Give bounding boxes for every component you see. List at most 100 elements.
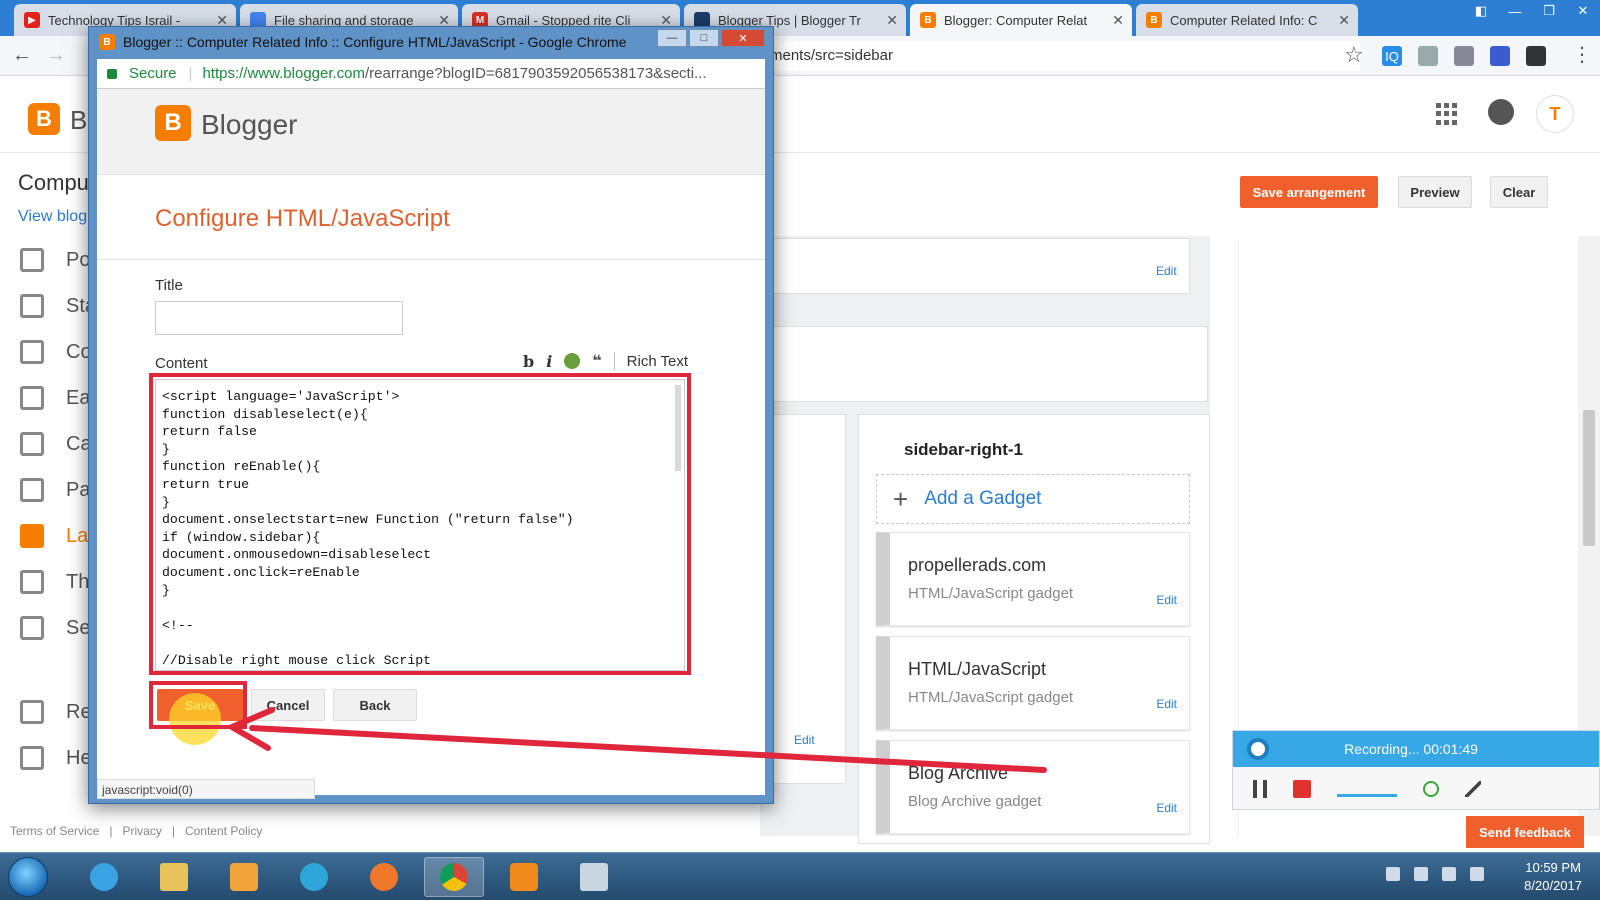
sidebar-item-posts[interactable]: Po [20,248,90,272]
pen-icon[interactable] [1465,781,1481,797]
link-icon[interactable] [564,353,581,369]
close-tab-icon[interactable]: ✕ [1112,12,1124,29]
network-icon[interactable] [1470,867,1484,881]
chrome-icon[interactable] [424,857,484,897]
pause-icon[interactable] [1253,780,1267,798]
close-tab-icon[interactable]: ✕ [886,12,898,29]
power-icon[interactable] [1442,867,1456,881]
vlc-icon[interactable] [494,857,554,897]
terms-link[interactable]: Terms of Service [10,824,99,838]
clear-button[interactable]: Clear [1490,176,1548,208]
back-button[interactable]: Back [333,689,417,721]
internet-explorer-icon[interactable] [74,857,134,897]
tab-blogger-computer[interactable]: B Blogger: Computer Relat ✕ [910,4,1132,36]
maximize-icon[interactable]: ❐ [1532,0,1566,22]
content-textarea[interactable]: <script language='JavaScript'> function … [155,379,685,671]
apps-grid-icon[interactable] [1436,103,1458,125]
address-bar[interactable]: ments/src=sidebar [760,41,1360,71]
sidebar-item-layout[interactable]: La [20,524,88,548]
avatar[interactable]: T [1536,95,1574,133]
add-gadget-label: Add a Gadget [924,488,1042,509]
cancel-button[interactable]: Cancel [251,689,325,721]
extension-icon[interactable] [1526,46,1546,66]
close-window-icon[interactable]: ✕ [721,29,765,47]
edit-link[interactable]: Edit [794,733,815,747]
volume-slider[interactable] [1337,781,1397,797]
sidebar-item-stats[interactable]: Sta [20,294,96,318]
menu-kebab-icon[interactable]: ⋮ [1572,42,1592,67]
sidebar-item-reading-list[interactable]: Re [20,700,92,724]
close-window-icon[interactable]: ✕ [1566,0,1600,22]
maximize-icon[interactable]: □ [689,29,719,47]
edit-link[interactable]: Edit [1156,801,1177,815]
title-input[interactable] [155,301,403,335]
sidebar-item-theme[interactable]: Th [20,570,89,594]
screen-recorder-app-icon[interactable] [284,857,344,897]
extension-iq-icon[interactable]: IQ [1382,46,1402,66]
bookmark-star-icon[interactable]: ☆ [1344,42,1364,68]
minimize-icon[interactable]: — [1498,0,1532,22]
gadget-subtitle: HTML/JavaScript gadget [908,585,1074,602]
edit-link[interactable]: Edit [1156,264,1177,278]
sidebar-item-comments[interactable]: Co [20,340,92,364]
gear-icon [20,616,44,640]
layout-section [760,326,1208,402]
scrollbar-thumb[interactable] [1583,410,1595,546]
media-player-icon[interactable] [214,857,274,897]
quote-icon[interactable]: ❝ [592,351,601,371]
camera-icon[interactable] [1454,46,1474,66]
textarea-scrollbar[interactable] [675,385,681,471]
edit-link[interactable]: Edit [1156,593,1177,607]
action-center-icon[interactable] [1414,867,1428,881]
app-icon[interactable] [564,857,624,897]
save-highlight-box [149,681,247,729]
sidebar-item-earnings[interactable]: Ea [20,386,90,410]
notifications-icon[interactable] [1488,99,1514,125]
minimize-icon[interactable]: — [657,29,687,47]
bold-icon[interactable]: b [523,352,534,371]
gadget-title: Blog Archive [908,763,1009,783]
italic-icon[interactable]: i [546,352,552,371]
back-arrow-icon[interactable]: ← [12,44,32,67]
sidebar-item-help[interactable]: He [20,746,92,770]
view-blog-link[interactable]: View blog [18,208,87,226]
tab-computer-related[interactable]: B Computer Related Info: C ✕ [1136,4,1358,36]
lock-icon [107,68,117,79]
gadget-card[interactable]: Blog Archive Blog Archive gadget Edit [876,740,1190,834]
sidebar-item-pages[interactable]: Pa [20,478,90,502]
edit-link[interactable]: Edit [1156,697,1177,711]
show-hidden-icon[interactable] [1386,867,1400,881]
rich-text-link[interactable]: Rich Text [627,353,688,370]
gadget-card[interactable]: propellerads.com HTML/JavaScript gadget … [876,532,1190,626]
save-arrangement-button[interactable]: Save arrangement [1240,176,1378,208]
divider [97,259,765,260]
popup-body: B Blogger Configure HTML/JavaScript Titl… [97,89,765,799]
sidebar-item-campaigns[interactable]: Ca [20,432,92,456]
content-policy-link[interactable]: Content Policy [185,824,262,838]
gadget-card[interactable]: HTML/JavaScript HTML/JavaScript gadget E… [876,636,1190,730]
dollar-icon [20,386,44,410]
sidebar-item-settings[interactable]: Se [20,616,90,640]
blogger-logo-icon: B [155,105,191,141]
send-feedback-button[interactable]: Send feedback [1466,816,1584,848]
user-icon[interactable]: ◧ [1464,0,1498,22]
file-explorer-icon[interactable] [144,857,204,897]
stop-icon[interactable] [1293,780,1311,798]
gadget-title: HTML/JavaScript [908,659,1047,679]
clock[interactable]: 10:59 PM 8/20/2017 [1524,859,1582,895]
extension-icon[interactable] [1418,46,1438,66]
blogger-icon: B [920,12,936,28]
start-button[interactable] [8,857,48,897]
privacy-link[interactable]: Privacy [122,824,161,838]
extension-icon[interactable] [1490,46,1510,66]
blogger-logo-icon[interactable]: B [28,103,60,135]
sidebar-item-label: Pa [66,478,91,501]
close-tab-icon[interactable]: ✕ [1338,12,1350,29]
webcam-icon[interactable] [1423,781,1439,797]
firefox-icon[interactable] [354,857,414,897]
add-gadget-button[interactable]: + Add a Gadget [876,474,1190,524]
sidebar-item-label: Po [66,248,91,271]
preview-button[interactable]: Preview [1398,176,1472,208]
popup-address-bar[interactable]: Secure | https://www.blogger.com/rearran… [97,59,765,89]
forward-arrow-icon[interactable]: → [46,44,66,67]
